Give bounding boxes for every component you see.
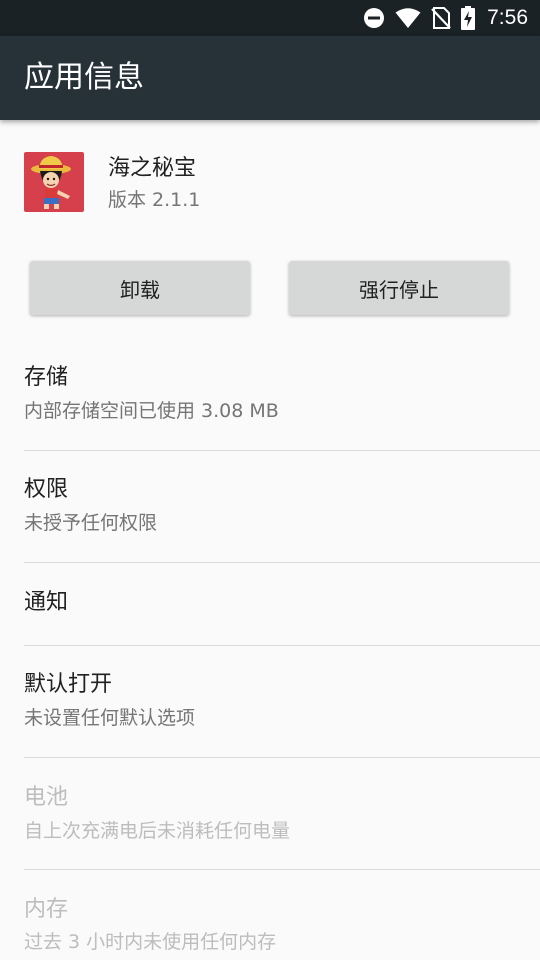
app-icon xyxy=(24,152,84,212)
status-time: 7:56 xyxy=(487,6,528,29)
notifications-title: 通知 xyxy=(24,590,69,615)
app-header: 海之秘宝 版本 2.1.1 xyxy=(0,120,540,240)
permissions-summary: 未授予任何权限 xyxy=(24,512,158,534)
no-sim-icon xyxy=(431,7,451,29)
battery-charging-icon xyxy=(461,6,476,30)
storage-title: 存储 xyxy=(24,365,69,390)
memory-summary: 过去 3 小时内未使用任何内存 xyxy=(24,931,277,953)
open-by-default-summary: 未设置任何默认选项 xyxy=(24,707,196,729)
battery-item: 电池 自上次充满电后未消耗任何电量 xyxy=(0,758,540,869)
page-title: 应用信息 xyxy=(24,60,144,95)
app-version: 版本 2.1.1 xyxy=(108,189,201,211)
storage-summary: 内部存储空间已使用 3.08 MB xyxy=(24,400,279,422)
do-not-disturb-icon xyxy=(363,7,385,29)
uninstall-button[interactable]: 卸载 xyxy=(30,261,250,315)
wifi-icon xyxy=(395,7,421,29)
app-bar: 应用信息 xyxy=(0,36,540,120)
memory-item: 内存 过去 3 小时内未使用任何内存 xyxy=(0,870,540,960)
storage-item[interactable]: 存储 内部存储空间已使用 3.08 MB xyxy=(0,338,540,450)
permissions-title: 权限 xyxy=(24,477,69,502)
open-by-default-item[interactable]: 默认打开 未设置任何默认选项 xyxy=(0,646,540,757)
battery-title: 电池 xyxy=(24,785,69,810)
permissions-item[interactable]: 权限 未授予任何权限 xyxy=(0,451,540,562)
app-info-screen: 7:56 应用信息 海之秘宝 版本 2.1.1 卸载 强行停止 存储 内部存储空… xyxy=(0,0,540,960)
status-icons: 7:56 xyxy=(363,0,528,36)
status-bar: 7:56 xyxy=(0,0,540,36)
battery-summary: 自上次充满电后未消耗任何电量 xyxy=(24,820,291,842)
open-by-default-title: 默认打开 xyxy=(24,672,113,697)
memory-title: 内存 xyxy=(24,897,69,922)
app-name: 海之秘宝 xyxy=(108,156,197,181)
force-stop-button[interactable]: 强行停止 xyxy=(289,261,509,315)
notifications-item[interactable]: 通知 xyxy=(0,563,540,645)
